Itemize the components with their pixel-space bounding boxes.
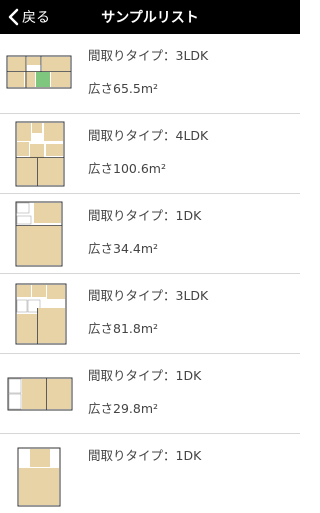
back-label: 戻る: [22, 10, 50, 26]
floorplan-thumbnail: [4, 358, 74, 428]
list-item[interactable]: 間取りタイプ：1DK 広さ34.4m²: [0, 194, 300, 274]
list-item[interactable]: 間取りタイプ：4LDK 広さ100.6m²: [0, 114, 300, 194]
layout-type: 間取りタイプ：1DK: [88, 368, 202, 383]
back-button[interactable]: 戻る: [6, 0, 50, 34]
list-item[interactable]: 間取りタイプ：3LDK 広さ81.8m²: [0, 274, 300, 354]
floor-area: 広さ34.4m²: [88, 241, 159, 256]
floor-area: 広さ100.6m²: [88, 161, 166, 176]
floorplan-thumbnail: [4, 278, 74, 348]
list-item[interactable]: 間取りタイプ：3LDK 広さ65.5m²: [0, 34, 300, 114]
layout-type: 間取りタイプ：1DK: [88, 448, 202, 463]
floorplan-thumbnail: [4, 118, 74, 188]
chevron-left-icon: [8, 8, 19, 26]
floorplan-thumbnail: [4, 198, 74, 268]
layout-type: 間取りタイプ：3LDK: [88, 48, 209, 63]
layout-type: 間取りタイプ：3LDK: [88, 288, 209, 303]
layout-type: 間取りタイプ：1DK: [88, 208, 202, 223]
list-item[interactable]: 間取りタイプ：1DK 広さ29.8m²: [0, 354, 300, 434]
floor-area: 広さ65.5m²: [88, 81, 159, 96]
floor-area: 広さ29.8m²: [88, 401, 159, 416]
nav-bar: 戻る サンプルリスト: [0, 0, 300, 34]
floorplan-thumbnail: [4, 438, 74, 508]
sample-list: 間取りタイプ：3LDK 広さ65.5m² 間取りタイプ：4LDK 広さ100.6…: [0, 34, 300, 513]
floorplan-thumbnail: [4, 38, 74, 108]
floor-area: 広さ81.8m²: [88, 321, 159, 336]
layout-type: 間取りタイプ：4LDK: [88, 128, 209, 143]
